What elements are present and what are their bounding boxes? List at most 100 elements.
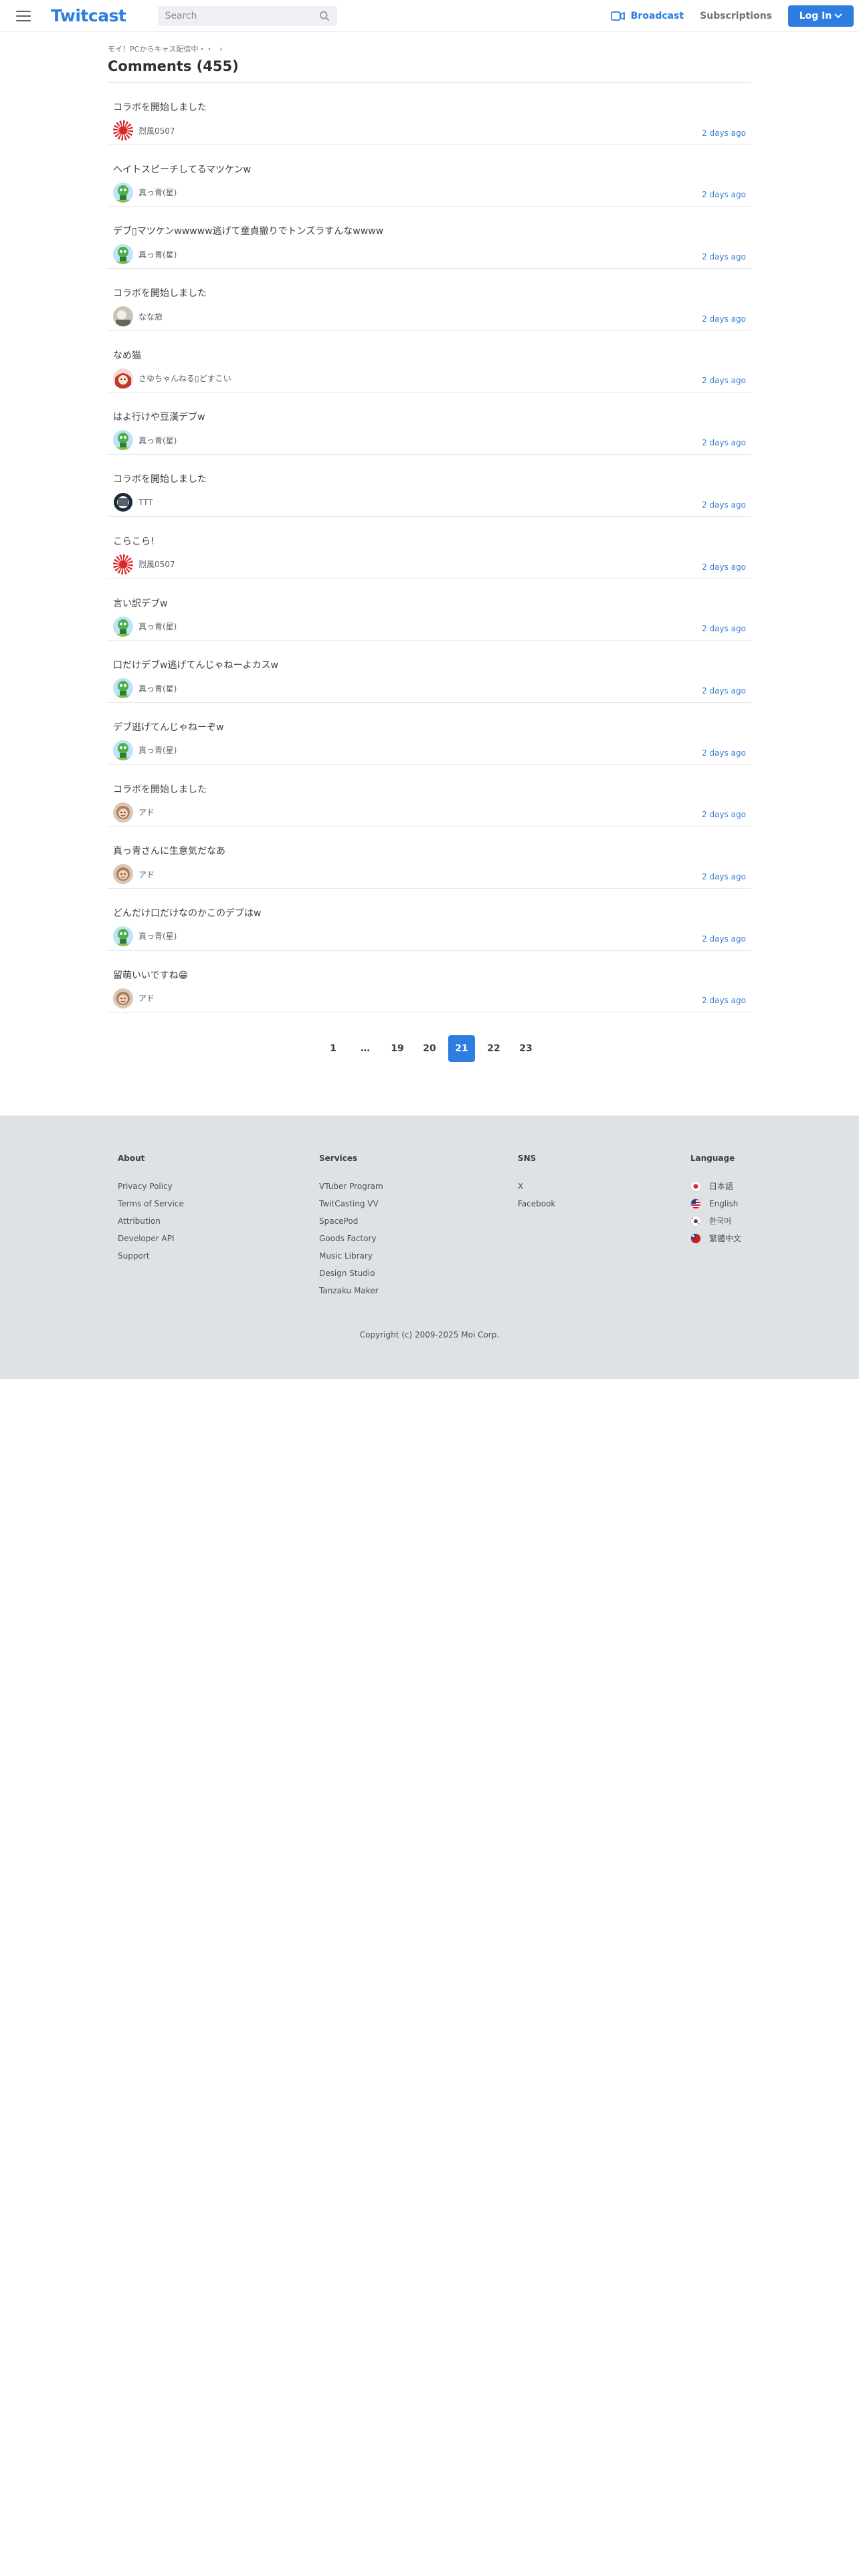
avatar[interactable] [113,802,133,823]
comment-timestamp[interactable]: 2 days ago [702,624,746,633]
comment-user[interactable]: アド [113,988,746,1008]
goods-factory-link[interactable]: Goods Factory [319,1230,383,1247]
user-name[interactable]: アド [138,869,155,880]
comment-timestamp[interactable]: 2 days ago [702,314,746,324]
avatar[interactable] [113,740,133,760]
attribution-link[interactable]: Attribution [118,1212,184,1230]
user-name[interactable]: 真っ青(星) [138,249,177,260]
avatar[interactable] [113,306,133,327]
x-link[interactable]: X [518,1178,555,1195]
comment-user[interactable]: 烈風0507 [113,120,746,140]
language-traditional-chinese[interactable]: 繁體中文 [690,1230,741,1247]
avatar[interactable] [113,864,133,885]
vtuber-program-link[interactable]: VTuber Program [319,1178,383,1195]
comment-timestamp[interactable]: 2 days ago [702,500,746,510]
comment-timestamp[interactable]: 2 days ago [702,128,746,138]
broadcast-button[interactable]: Broadcast [610,11,684,21]
developer-api-link[interactable]: Developer API [118,1230,184,1247]
comment-user[interactable]: 真っ青(星) [113,740,746,760]
support-link[interactable]: Support [118,1247,184,1265]
page-button-current[interactable]: 21 [448,1035,475,1063]
avatar[interactable] [113,430,133,451]
terms-of-service-link[interactable]: Terms of Service [118,1195,184,1212]
comment-timestamp[interactable]: 2 days ago [702,438,746,447]
avatar[interactable] [113,554,133,574]
user-name[interactable]: アド [138,807,155,818]
user-name[interactable]: 真っ青(星) [138,744,177,756]
twitcast-logo[interactable]: Twitcast [51,6,126,25]
facebook-link[interactable]: Facebook [518,1195,555,1212]
comment-timestamp[interactable]: 2 days ago [702,376,746,385]
avatar[interactable] [113,368,133,389]
search-icon[interactable] [318,10,330,22]
comment-timestamp[interactable]: 2 days ago [702,686,746,695]
avatar[interactable] [113,120,133,140]
user-name[interactable]: 烈風0507 [138,558,175,570]
comment-user[interactable]: 真っ青(星) [113,926,746,946]
footer-heading-sns: SNS [518,1154,537,1163]
spacepod-link[interactable]: SpacePod [319,1212,383,1230]
comment-user[interactable]: さゆちゃんねる▯どすこい [113,368,746,389]
comment-user[interactable]: 真っ青(星) [113,244,746,265]
user-name[interactable]: 真っ青(星) [138,187,177,198]
comment-timestamp[interactable]: 2 days ago [702,190,746,199]
page-button[interactable]: 22 [480,1035,507,1062]
avatar[interactable] [113,988,133,1008]
page-button[interactable]: 20 [416,1035,443,1062]
breadcrumb-movie-title[interactable]: モイ！PCからキャス配信中・・ [108,43,213,54]
comment-user[interactable]: アド [113,864,746,885]
jp-flag-icon [690,1181,701,1192]
page-button[interactable]: 1 [320,1035,347,1062]
design-studio-link[interactable]: Design Studio [319,1265,383,1282]
top-header: Twitcast Broadcast Subscriptions Log In [0,0,859,32]
comment-timestamp[interactable]: 2 days ago [702,810,746,819]
user-name[interactable]: アド [138,992,155,1004]
comment-timestamp[interactable]: 2 days ago [702,934,746,944]
language-english[interactable]: English [690,1195,741,1212]
avatar[interactable] [113,616,133,637]
comment-timestamp[interactable]: 2 days ago [702,872,746,881]
comment-user[interactable]: TTT [113,492,746,513]
twitcasting-vv-link[interactable]: TwitCasting VV [319,1195,383,1212]
breadcrumb[interactable]: モイ！PCからキャス配信中・・ › [108,43,751,54]
user-name[interactable]: 真っ青(星) [138,683,177,694]
comment-text: コラボを開始しました [113,102,207,113]
search-box[interactable] [158,5,338,26]
comment-user[interactable]: アド [113,802,746,823]
avatar[interactable] [113,492,133,513]
avatar[interactable] [113,182,133,203]
comment-user[interactable]: 真っ青(星) [113,182,746,203]
page-button[interactable]: 19 [384,1035,411,1062]
user-name[interactable]: なな旅 [138,311,163,322]
user-name[interactable]: 真っ青(星) [138,621,177,632]
user-name[interactable]: TTT [138,498,153,507]
menu-icon[interactable] [16,10,31,21]
login-button[interactable]: Log In [788,5,854,27]
user-name[interactable]: 真っ青(星) [138,930,177,942]
avatar[interactable] [113,244,133,265]
privacy-policy-link[interactable]: Privacy Policy [118,1178,184,1195]
subscriptions-link[interactable]: Subscriptions [700,11,772,21]
comment-user[interactable]: 真っ青(星) [113,678,746,699]
user-name[interactable]: さゆちゃんねる▯どすこい [138,372,231,384]
comment-timestamp[interactable]: 2 days ago [702,562,746,572]
avatar[interactable] [113,926,133,946]
comment-timestamp[interactable]: 2 days ago [702,748,746,758]
user-name[interactable]: 真っ青(星) [138,435,177,446]
language-japanese[interactable]: 日本語 [690,1178,741,1195]
comment-user[interactable]: 烈風0507 [113,554,746,574]
comment-user[interactable]: 真っ青(星) [113,430,746,451]
comment-user[interactable]: 真っ青(星) [113,616,746,637]
music-library-link[interactable]: Music Library [319,1247,383,1265]
language-label: 한국어 [709,1216,732,1226]
comment-user[interactable]: なな旅 [113,306,746,327]
language-korean[interactable]: 한국어 [690,1212,741,1230]
comment-timestamp[interactable]: 2 days ago [702,996,746,1005]
footer-sns: SNS X Facebook [518,1154,555,1212]
comment-timestamp[interactable]: 2 days ago [702,252,746,261]
search-input[interactable] [165,10,319,21]
avatar[interactable] [113,678,133,699]
tanzaku-maker-link[interactable]: Tanzaku Maker [319,1282,383,1299]
user-name[interactable]: 烈風0507 [138,125,175,136]
page-button[interactable]: 23 [512,1035,539,1062]
